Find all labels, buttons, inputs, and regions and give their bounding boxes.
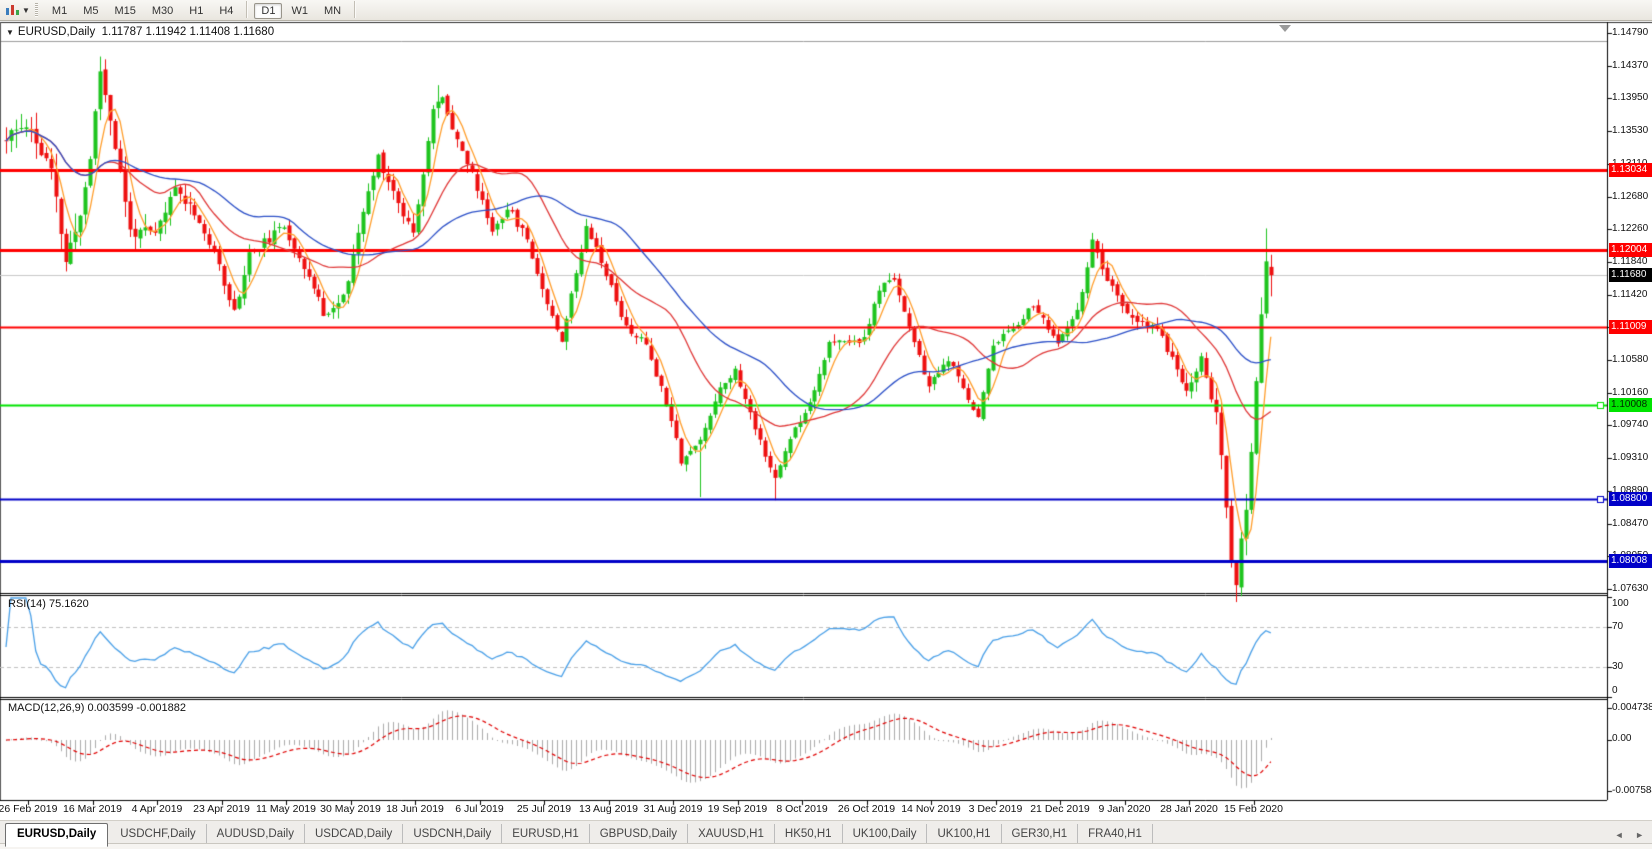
tab-ger30-h1[interactable]: GER30,H1 xyxy=(1002,824,1079,844)
price-level-label: 1.10008 xyxy=(1609,398,1652,412)
date-axis-label: 15 Feb 2020 xyxy=(1214,803,1294,815)
price-axis-tick: 1.12260 xyxy=(1612,223,1648,235)
price-axis-tick: 1.12680 xyxy=(1612,191,1648,203)
tab-usdchf-daily[interactable]: USDCHF,Daily xyxy=(110,824,206,844)
price-axis-tick: 1.13530 xyxy=(1612,125,1648,137)
price-axis-tick: 1.10580 xyxy=(1612,354,1648,366)
timeframe-button-m30[interactable]: M30 xyxy=(145,3,180,19)
timeframe-button-d1[interactable]: D1 xyxy=(254,3,282,19)
chart-dropdown-caret[interactable]: ▼ xyxy=(22,6,30,15)
toolbar-separator xyxy=(246,1,248,18)
price-axis-tick: 1.14790 xyxy=(1612,27,1648,39)
price-axis-tick: 1.14370 xyxy=(1612,60,1648,72)
macd-indicator-label: MACD(12,26,9) 0.003599 -0.001882 xyxy=(8,702,186,714)
price-axis-tick: 1.13950 xyxy=(1612,92,1648,104)
tab-fra40-h1[interactable]: FRA40,H1 xyxy=(1078,824,1153,844)
tab-uk100-h1[interactable]: UK100,H1 xyxy=(927,824,1001,844)
tab-audusd-daily[interactable]: AUDUSD,Daily xyxy=(207,824,305,844)
chart-ohlc-values: 1.11787 1.11942 1.11408 1.11680 xyxy=(102,26,274,38)
tab-xauusd-h1[interactable]: XAUUSD,H1 xyxy=(688,824,775,844)
timeframe-button-m1[interactable]: M1 xyxy=(45,3,74,19)
tab-usdcad-daily[interactable]: USDCAD,Daily xyxy=(305,824,403,844)
tab-usdcnh-daily[interactable]: USDCNH,Daily xyxy=(403,824,502,844)
timeframe-button-mn[interactable]: MN xyxy=(317,3,348,19)
toolbar-grip[interactable] xyxy=(35,3,38,17)
chart-window: ▼ EURUSD,Daily 1.11787 1.11942 1.11408 1.… xyxy=(0,21,1652,820)
rsi-scale-label: 100 xyxy=(1612,598,1629,609)
price-level-label: 1.12004 xyxy=(1609,243,1652,257)
chart-title: ▼ EURUSD,Daily 1.11787 1.11942 1.11408 1.… xyxy=(6,26,274,38)
chart-symbol-label: EURUSD,Daily xyxy=(18,26,95,38)
symbol-tab-bar: EURUSD,DailyUSDCHF,DailyAUDUSD,DailyUSDC… xyxy=(0,820,1652,849)
tab-eurusd-h1[interactable]: EURUSD,H1 xyxy=(502,824,589,844)
price-axis-tick: 1.09740 xyxy=(1612,419,1648,431)
chart-symbols-icon[interactable] xyxy=(5,4,21,17)
price-level-label: 1.13034 xyxy=(1609,163,1652,177)
rsi-scale-label: 70 xyxy=(1612,621,1623,632)
tab-scroll-arrows: ◄ ► xyxy=(1606,830,1644,840)
current-price-label: 1.11680 xyxy=(1609,268,1652,282)
price-axis-tick: 1.11840 xyxy=(1612,256,1647,268)
timeframe-button-h4[interactable]: H4 xyxy=(212,3,240,19)
timeframe-button-m15[interactable]: M15 xyxy=(107,3,142,19)
collapse-arrow-icon[interactable]: ▼ xyxy=(6,28,14,37)
tab-uk100-daily[interactable]: UK100,Daily xyxy=(843,824,928,844)
rsi-indicator-label: RSI(14) 75.1620 xyxy=(8,598,89,610)
price-shift-marker-icon xyxy=(1279,25,1291,32)
price-level-label: 1.11009 xyxy=(1609,320,1652,334)
price-axis-tick: 1.10160 xyxy=(1612,387,1648,399)
price-level-label: 1.08008 xyxy=(1609,554,1652,568)
price-axis-tick: 1.09310 xyxy=(1612,452,1648,464)
tab-scroll-right-icon[interactable]: ► xyxy=(1635,830,1644,840)
rsi-scale-label: 30 xyxy=(1612,661,1623,672)
tab-eurusd-daily[interactable]: EURUSD,Daily xyxy=(5,823,108,847)
timeframe-button-m5[interactable]: M5 xyxy=(76,3,105,19)
tab-scroll-left-icon[interactable]: ◄ xyxy=(1615,830,1624,840)
macd-scale-zero: 0.00 xyxy=(1612,733,1631,744)
timeframe-button-w1[interactable]: W1 xyxy=(284,3,315,19)
price-level-label: 1.08800 xyxy=(1609,492,1652,506)
rsi-scale-label: 0 xyxy=(1612,685,1618,696)
price-axis-tick: 1.08470 xyxy=(1612,518,1648,530)
symbol-tabs: EURUSD,DailyUSDCHF,DailyAUDUSD,DailyUSDC… xyxy=(2,821,1153,845)
tab-hk50-h1[interactable]: HK50,H1 xyxy=(775,824,843,844)
macd-scale-min: -0.007584 xyxy=(1612,785,1652,796)
toolbar-separator xyxy=(354,1,356,18)
timeframe-button-h1[interactable]: H1 xyxy=(182,3,210,19)
timeframe-group: M1M5M15M30H1H4 D1W1MN xyxy=(44,1,361,19)
tab-gbpusd-daily[interactable]: GBPUSD,Daily xyxy=(590,824,688,844)
main-toolbar: ▼ M1M5M15M30H1H4 D1W1MN xyxy=(0,0,1652,21)
price-axis-tick: 1.11420 xyxy=(1612,289,1647,301)
tab-bar-bottom-strip xyxy=(0,843,1652,849)
price-axis-tick: 1.07630 xyxy=(1612,583,1648,595)
price-chart-canvas[interactable] xyxy=(0,21,1652,820)
macd-scale-max: 0.004738 xyxy=(1612,702,1652,713)
